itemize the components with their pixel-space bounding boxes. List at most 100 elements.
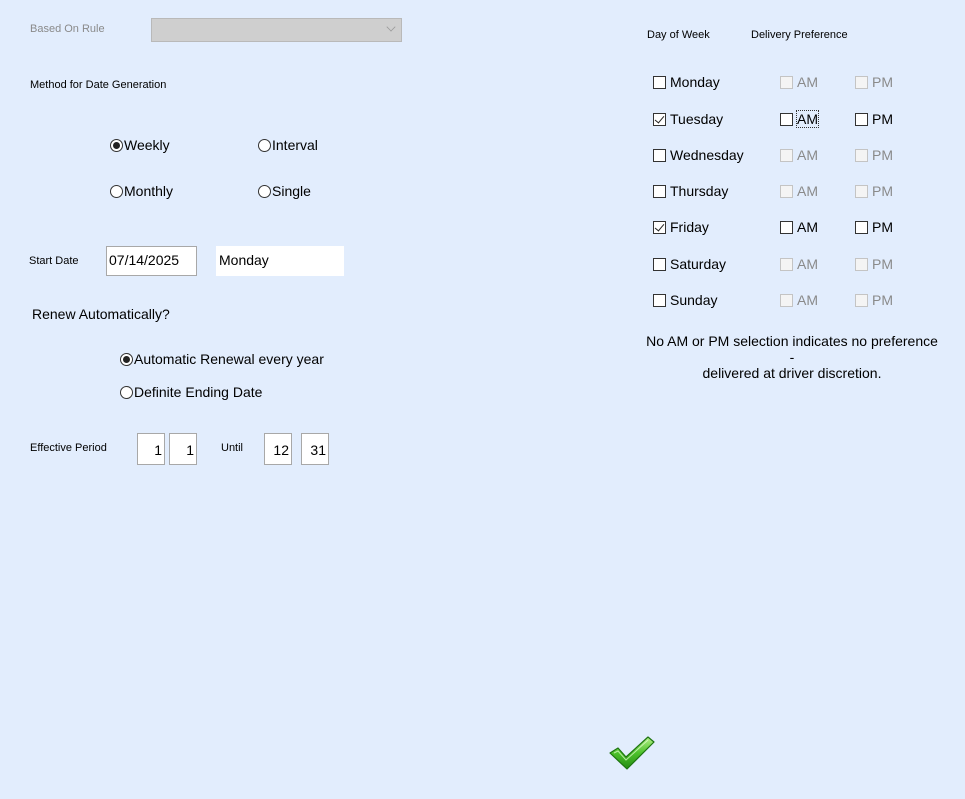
radio-interval[interactable]: Interval bbox=[258, 137, 318, 153]
radio-monthly-label: Monthly bbox=[124, 183, 174, 199]
start-date-input[interactable]: 07/14/2025 bbox=[106, 246, 197, 276]
day-of-week-header: Day of Week bbox=[647, 29, 710, 41]
radio-weekly-label: Weekly bbox=[124, 137, 170, 153]
monday-pm: PM bbox=[855, 74, 893, 90]
day-tuesday-checkbox[interactable] bbox=[653, 112, 666, 126]
day-wednesday[interactable]: Wednesday bbox=[653, 147, 744, 163]
start-date-label: Start Date bbox=[29, 255, 79, 267]
day-saturday[interactable]: Saturday bbox=[653, 256, 726, 272]
radio-auto-renewal[interactable]: Automatic Renewal every year bbox=[120, 351, 324, 367]
preference-note-line1: No AM or PM selection indicates no prefe… bbox=[646, 333, 938, 365]
sunday-pm: PM bbox=[855, 292, 893, 308]
day-saturday-label: Saturday bbox=[670, 256, 727, 272]
method-label: Method for Date Generation bbox=[30, 79, 167, 91]
based-on-rule-label: Based On Rule bbox=[30, 23, 105, 35]
sunday-am: AM bbox=[780, 292, 818, 308]
delivery-preference-header: Delivery Preference bbox=[751, 29, 848, 41]
monday-am-checkbox bbox=[780, 75, 793, 89]
day-sunday-checkbox[interactable] bbox=[653, 293, 666, 307]
radio-weekly-indicator[interactable] bbox=[110, 138, 123, 152]
day-monday-label: Monday bbox=[670, 74, 720, 90]
day-sunday[interactable]: Sunday bbox=[653, 292, 717, 308]
day-monday[interactable]: Monday bbox=[653, 74, 720, 90]
day-tuesday-label: Tuesday bbox=[670, 111, 724, 127]
day-sunday-label: Sunday bbox=[670, 292, 718, 308]
wednesday-am: AM bbox=[780, 147, 818, 163]
saturday-pm-label: PM bbox=[872, 256, 893, 272]
wednesday-am-label: AM bbox=[797, 147, 818, 163]
radio-single[interactable]: Single bbox=[258, 183, 311, 199]
monday-pm-checkbox bbox=[855, 75, 868, 89]
to-month-input[interactable]: 12 bbox=[264, 433, 292, 465]
thursday-pm-checkbox bbox=[855, 184, 868, 198]
saturday-am-label: AM bbox=[797, 256, 818, 272]
radio-single-label: Single bbox=[272, 183, 311, 199]
sunday-pm-label: PM bbox=[872, 292, 893, 308]
radio-monthly-indicator[interactable] bbox=[110, 184, 123, 198]
day-friday-label: Friday bbox=[670, 219, 709, 235]
tuesday-pm[interactable]: PM bbox=[855, 111, 893, 127]
friday-am-checkbox[interactable] bbox=[780, 220, 793, 234]
tuesday-pm-checkbox[interactable] bbox=[855, 112, 868, 126]
effective-period-label: Effective Period bbox=[30, 442, 107, 454]
sunday-am-checkbox bbox=[780, 293, 793, 307]
thursday-am-label: AM bbox=[797, 183, 818, 199]
day-wednesday-checkbox[interactable] bbox=[653, 148, 666, 162]
day-thursday-label: Thursday bbox=[670, 183, 729, 199]
monday-pm-label: PM bbox=[872, 74, 893, 90]
based-on-rule-dropdown[interactable] bbox=[151, 18, 402, 42]
day-tuesday[interactable]: Tuesday bbox=[653, 111, 723, 127]
friday-pm-checkbox[interactable] bbox=[855, 220, 868, 234]
preference-note-line2: delivered at driver discretion. bbox=[702, 365, 882, 381]
monday-am-label: AM bbox=[797, 74, 818, 90]
radio-monthly[interactable]: Monthly bbox=[110, 183, 173, 199]
wednesday-pm-label: PM bbox=[872, 147, 893, 163]
thursday-pm: PM bbox=[855, 183, 893, 199]
saturday-am-checkbox bbox=[780, 257, 793, 271]
radio-auto-renewal-label: Automatic Renewal every year bbox=[134, 351, 324, 367]
radio-definite-end-label: Definite Ending Date bbox=[134, 384, 263, 400]
thursday-am-checkbox bbox=[780, 184, 793, 198]
radio-interval-indicator[interactable] bbox=[258, 138, 271, 152]
saturday-pm-checkbox bbox=[855, 257, 868, 271]
from-day-input[interactable]: 1 bbox=[169, 433, 197, 465]
day-thursday[interactable]: Thursday bbox=[653, 183, 728, 199]
radio-definite-end[interactable]: Definite Ending Date bbox=[120, 384, 262, 400]
radio-weekly[interactable]: Weekly bbox=[110, 137, 170, 153]
monday-am: AM bbox=[780, 74, 818, 90]
radio-single-indicator[interactable] bbox=[258, 184, 271, 198]
chevron-down-icon bbox=[386, 22, 396, 32]
day-monday-checkbox[interactable] bbox=[653, 75, 666, 89]
wednesday-pm: PM bbox=[855, 147, 893, 163]
radio-interval-label: Interval bbox=[272, 137, 318, 153]
green-checkmark-icon bbox=[609, 736, 655, 770]
thursday-pm-label: PM bbox=[872, 183, 893, 199]
friday-am[interactable]: AM bbox=[780, 219, 818, 235]
friday-pm[interactable]: PM bbox=[855, 219, 893, 235]
friday-am-label: AM bbox=[797, 219, 818, 235]
tuesday-am-checkbox[interactable] bbox=[780, 112, 793, 126]
from-month-input[interactable]: 1 bbox=[137, 433, 165, 465]
friday-pm-label: PM bbox=[872, 219, 893, 235]
renew-label: Renew Automatically? bbox=[32, 306, 170, 322]
until-label: Until bbox=[221, 442, 244, 454]
radio-auto-renewal-indicator[interactable] bbox=[120, 352, 133, 366]
saturday-pm: PM bbox=[855, 256, 893, 272]
day-friday[interactable]: Friday bbox=[653, 219, 709, 235]
sunday-pm-checkbox bbox=[855, 293, 868, 307]
wednesday-am-checkbox bbox=[780, 148, 793, 162]
thursday-am: AM bbox=[780, 183, 818, 199]
tuesday-pm-label: PM bbox=[872, 111, 893, 127]
wednesday-pm-checkbox bbox=[855, 148, 868, 162]
day-thursday-checkbox[interactable] bbox=[653, 184, 666, 198]
sunday-am-label: AM bbox=[797, 292, 818, 308]
day-friday-checkbox[interactable] bbox=[653, 220, 666, 234]
day-wednesday-label: Wednesday bbox=[670, 147, 744, 163]
day-saturday-checkbox[interactable] bbox=[653, 257, 666, 271]
radio-definite-end-indicator[interactable] bbox=[120, 385, 133, 399]
ok-button[interactable] bbox=[608, 735, 656, 771]
tuesday-am-label: AM bbox=[796, 110, 819, 128]
tuesday-am[interactable]: AM bbox=[780, 110, 819, 128]
start-day-name: Monday bbox=[216, 246, 344, 276]
to-day-input[interactable]: 31 bbox=[301, 433, 329, 465]
